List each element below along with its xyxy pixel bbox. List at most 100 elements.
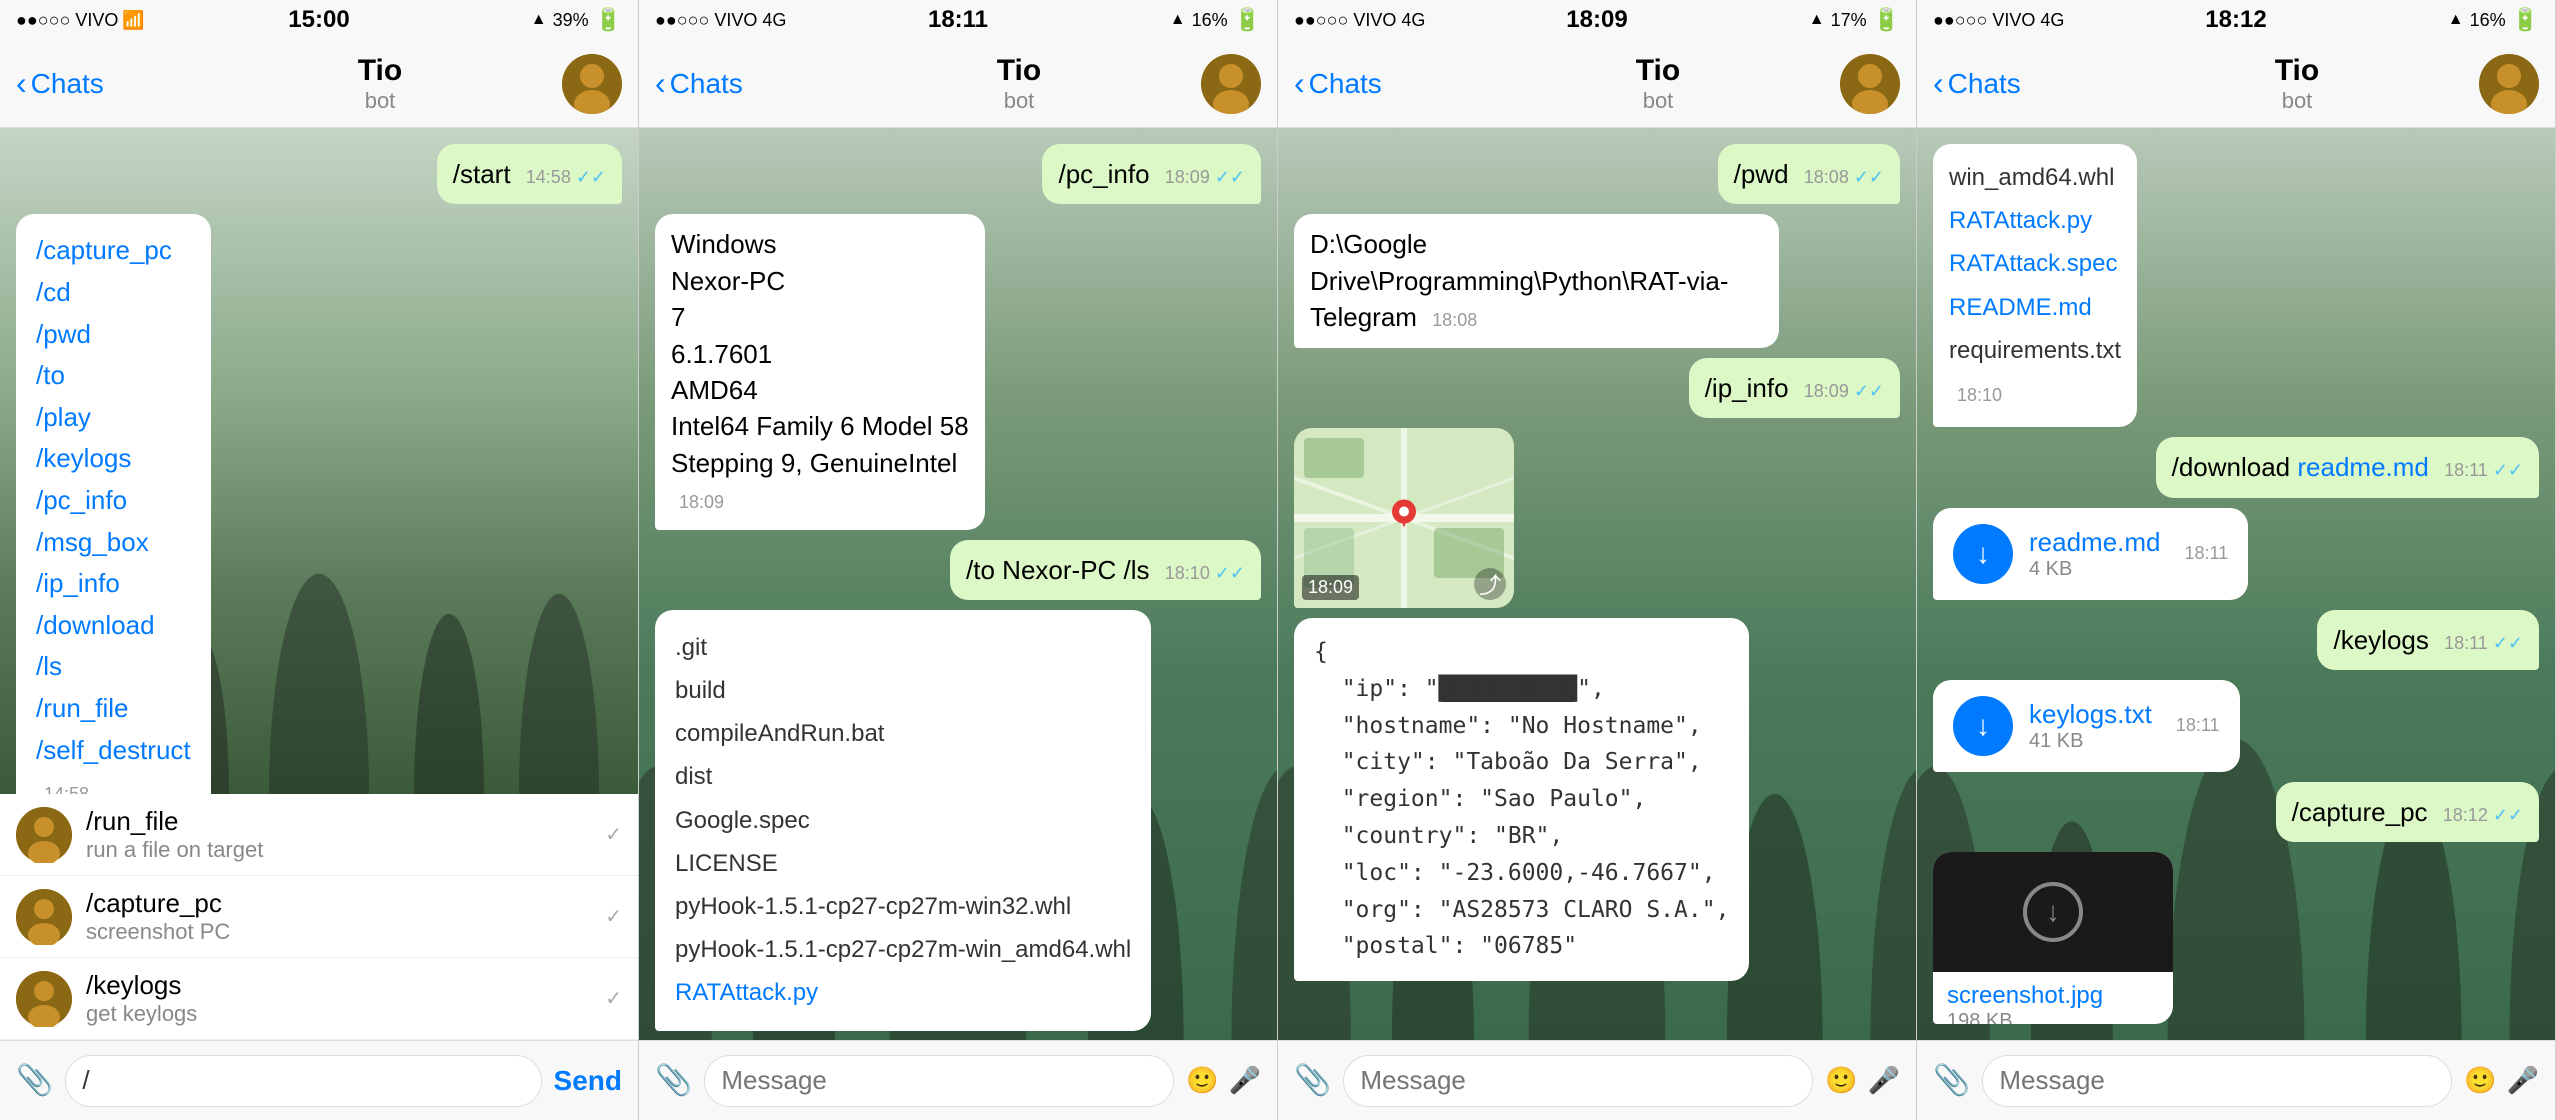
msg-keylogs-text: /keylogs (2333, 625, 2428, 655)
back-label-3[interactable]: Chats (1309, 68, 1382, 100)
json-country: "country": "BR", (1314, 818, 1729, 855)
json-org: "org": "AS28573 CLARO S.A.", (1314, 892, 1729, 929)
message-input-3[interactable] (1343, 1055, 1813, 1107)
conv-avatar-3 (16, 971, 72, 1027)
mic-icon-2[interactable]: 🎤 (1229, 1065, 1261, 1096)
attach-icon-4[interactable]: 📎 (1933, 1063, 1970, 1098)
msg-capture-text: /capture_pc (2292, 797, 2428, 827)
sticker-icon-4[interactable]: 🙂 (2464, 1065, 2496, 1096)
avatar-2[interactable] (1201, 54, 1261, 114)
nav-bar-1: ‹ Chats Tio bot (0, 40, 638, 128)
conv-item-run-file[interactable]: /run_file run a file on target ✓ (0, 794, 638, 876)
json-ip: "ip": "██████████", (1314, 671, 1729, 708)
msg-capture-time: 18:12 ✓✓ (2443, 803, 2523, 828)
sticker-icon-2[interactable]: 🙂 (1186, 1065, 1218, 1096)
message-input-1[interactable] (65, 1055, 541, 1107)
json-city: "city": "Taboão Da Serra", (1314, 744, 1729, 781)
status-bar-2: ●●○○○ VIVO 4G 18:11 ▲ 16% 🔋 (639, 0, 1277, 40)
msg-ip-info-text: /ip_info (1705, 373, 1789, 403)
conv-tick-1: ✓ (605, 822, 622, 847)
battery-3: 17% (1831, 10, 1867, 31)
chat-scroll-4[interactable]: win_amd64.whl RATAttack.py RATAttack.spe… (1917, 128, 2555, 1040)
back-label-4[interactable]: Chats (1948, 68, 2021, 100)
chat-scroll-2[interactable]: /pc_info 18:09 ✓✓ Windows Nexor-PC 7 6.1… (639, 128, 1277, 1040)
back-button-2[interactable]: ‹ Chats (655, 65, 837, 102)
message-input-4[interactable] (1982, 1055, 2452, 1107)
location-icon-3: ▲ (1809, 11, 1825, 29)
pc-info-line-5: AMD64 (671, 372, 969, 408)
download-icon-1: ↓ (1953, 524, 2013, 584)
back-label-1[interactable]: Chats (31, 68, 104, 100)
battery-2: 16% (1192, 10, 1228, 31)
download-time-2: 18:11 (2176, 715, 2220, 736)
pc-info-line-7: Stepping 9, GenuineIntel (671, 445, 969, 481)
file-build: build (675, 669, 1131, 712)
panel-1: ●●○○○ VIVO 📶 15:00 ▲ 39% 🔋 ‹ Chats Tio b… (0, 0, 639, 1120)
screenshot-thumb: ↓ (1933, 852, 2173, 972)
map-bubble[interactable]: 18:09 ⤴ (1294, 428, 1514, 608)
file-pyhook-32: pyHook-1.5.1-cp27-cp27m-win32.whl (675, 885, 1131, 928)
download-name-2: keylogs.txt (2029, 699, 2152, 730)
attach-icon-2[interactable]: 📎 (655, 1063, 692, 1098)
time-2: 18:11 (928, 6, 988, 34)
msg-ip-info: /ip_info 18:09 ✓✓ (1689, 358, 1900, 418)
chevron-left-icon-1: ‹ (16, 65, 27, 102)
chat-scroll-3[interactable]: /pwd 18:08 ✓✓ D:\Google Drive\Programmin… (1278, 128, 1916, 1040)
msg-capture-pc: /capture_pc 18:12 ✓✓ (2276, 782, 2539, 842)
download-name-1: readme.md (2029, 527, 2161, 558)
file-ratattack: RATAttack.py (675, 971, 1131, 1014)
chat-scroll-1[interactable]: /start 14:58 ✓✓ /capture_pc /cd /pwd /to… (0, 128, 638, 794)
mic-icon-3[interactable]: 🎤 (1868, 1065, 1900, 1096)
file-winamd: win_amd64.whl (1949, 156, 2121, 199)
back-button-1[interactable]: ‹ Chats (16, 65, 198, 102)
json-hostname: "hostname": "No Hostname", (1314, 708, 1729, 745)
conv-name-2: /capture_pc (86, 888, 591, 919)
msg-download-text: /download (2172, 452, 2298, 482)
panel-2: ●●○○○ VIVO 4G 18:11 ▲ 16% 🔋 ‹ Chats Tio … (639, 0, 1278, 1120)
avatar-4[interactable] (2479, 54, 2539, 114)
location-icon-4: ▲ (2448, 11, 2464, 29)
files-top-bubble: win_amd64.whl RATAttack.py RATAttack.spe… (1933, 144, 2137, 427)
screenshot-filesize: 198 KB (1947, 1010, 2159, 1024)
carrier-3: ●●○○○ VIVO 4G (1294, 10, 1425, 31)
map-share-icon[interactable]: ⤴ (1474, 568, 1506, 600)
cmd-msg-box: /msg_box (36, 522, 191, 564)
battery-4: 16% (2470, 10, 2506, 31)
cmd-ls: /ls (36, 646, 191, 688)
conv-tick-2: ✓ (605, 904, 622, 929)
avatar-1[interactable] (562, 54, 622, 114)
conv-item-capture-pc[interactable]: /capture_pc screenshot PC ✓ (0, 876, 638, 958)
avatar-3[interactable] (1840, 54, 1900, 114)
download-readme-bubble[interactable]: ↓ readme.md 4 KB 18:11 (1933, 508, 2248, 600)
nav-center-2: Tio bot (837, 54, 1201, 114)
msg-pc-info-response: Windows Nexor-PC 7 6.1.7601 AMD64 Intel6… (655, 214, 985, 529)
download-keylogs-bubble[interactable]: ↓ keylogs.txt 41 KB 18:11 (1933, 680, 2240, 772)
conv-tick-3: ✓ (605, 986, 622, 1011)
attach-icon-3[interactable]: 📎 (1294, 1063, 1331, 1098)
battery-icon-4: 🔋 (2512, 7, 2539, 33)
back-button-3[interactable]: ‹ Chats (1294, 65, 1476, 102)
status-bar-1: ●●○○○ VIVO 📶 15:00 ▲ 39% 🔋 (0, 0, 638, 40)
pc-info-line-2: Nexor-PC (671, 263, 969, 299)
attach-icon-1[interactable]: 📎 (16, 1063, 53, 1098)
nav-bar-2: ‹ Chats Tio bot (639, 40, 1277, 128)
back-label-2[interactable]: Chats (670, 68, 743, 100)
file-license: LICENSE (675, 842, 1131, 885)
send-button-1[interactable]: Send (554, 1065, 622, 1097)
battery-icon-3: 🔋 (1873, 7, 1900, 33)
conv-preview-2: screenshot PC (86, 919, 591, 945)
conv-info-1: /run_file run a file on target (86, 806, 591, 863)
screenshot-bubble[interactable]: ↓ screenshot.jpg 198 KB 18:12 (1933, 852, 2173, 1024)
file-ratattack-spec: RATAttack.spec (1949, 242, 2121, 285)
nav-subtitle-2: bot (1004, 88, 1035, 114)
map-timestamp: 18:09 (1302, 575, 1359, 600)
message-input-2[interactable] (704, 1055, 1174, 1107)
nav-bar-4: ‹ Chats Tio bot (1917, 40, 2555, 128)
mic-icon-4[interactable]: 🎤 (2507, 1065, 2539, 1096)
conv-item-keylogs[interactable]: /keylogs get keylogs ✓ (0, 958, 638, 1040)
sticker-icon-3[interactable]: 🙂 (1825, 1065, 1857, 1096)
nav-center-3: Tio bot (1476, 54, 1840, 114)
msg-download-readme: /download readme.md 18:11 ✓✓ (2156, 437, 2539, 497)
back-button-4[interactable]: ‹ Chats (1933, 65, 2115, 102)
path-time: 18:08 (1432, 308, 1477, 333)
